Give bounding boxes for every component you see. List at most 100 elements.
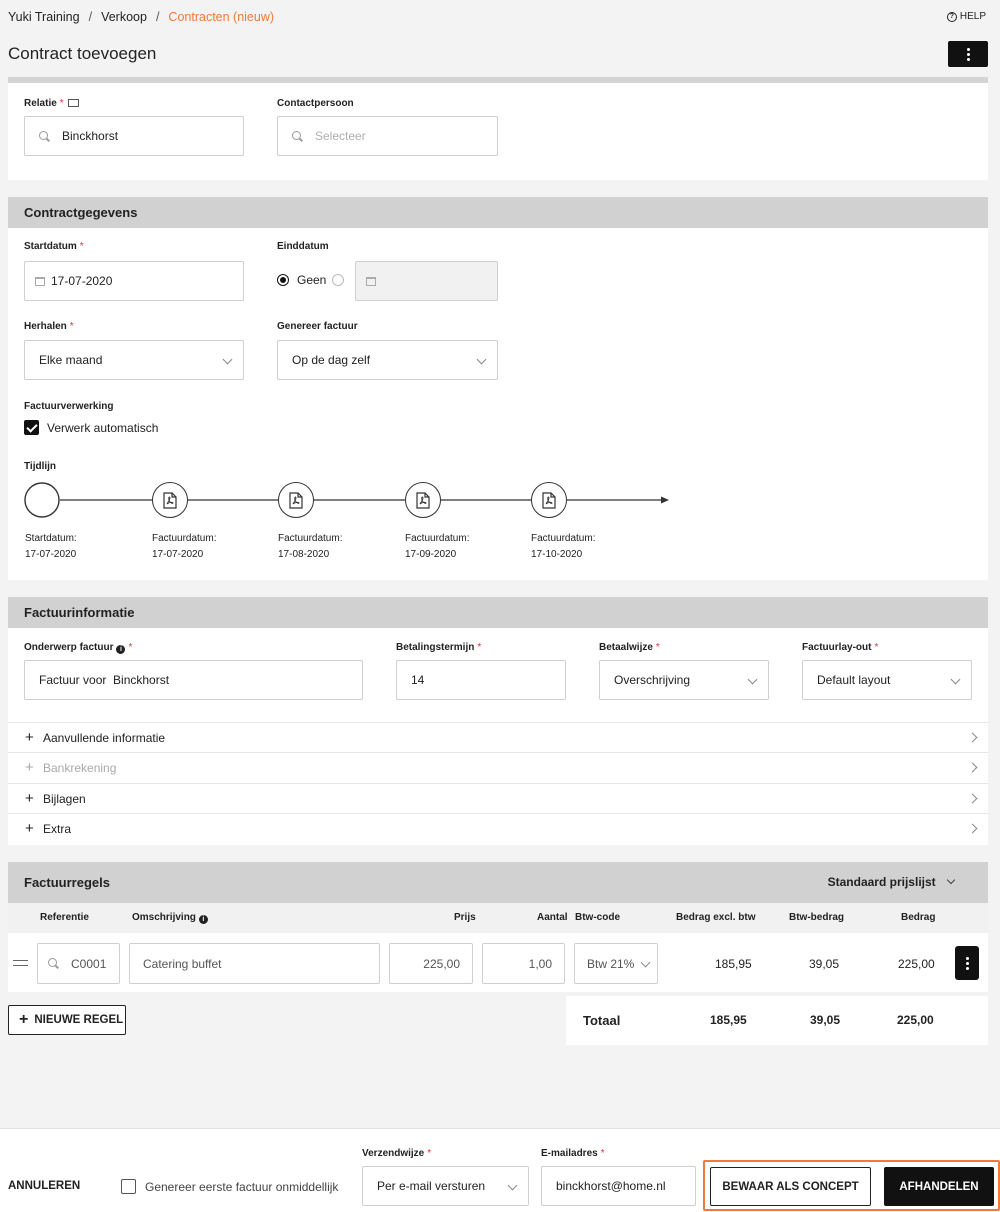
genereer-label: Genereer factuur — [277, 321, 358, 332]
genereer-select[interactable]: Op de dag zelf — [277, 340, 498, 380]
betaalwijze-select[interactable]: Overschrijving — [599, 660, 769, 700]
plus-icon: + — [19, 1011, 29, 1028]
contact-card-icon — [67, 99, 79, 107]
omschrijving-value: Catering buffet — [143, 956, 222, 971]
highlight-frame — [703, 1160, 1000, 1211]
plus-icon: + — [25, 820, 34, 837]
email-input[interactable]: binckhorst@home.nl — [541, 1166, 696, 1206]
timeline-date: 17-10-2020 — [531, 549, 583, 560]
timeline-label: Factuurdatum: — [152, 533, 217, 544]
drag-handle-icon[interactable] — [13, 960, 28, 966]
breadcrumb: Yuki Training / Verkoop / Contracten (nieuw) — [8, 10, 275, 24]
help-label: HELP — [959, 11, 986, 22]
col-omschrijving: Omschrijving i — [132, 912, 208, 924]
breadcrumb-home[interactable]: Yuki Training — [8, 10, 80, 24]
betalingstermijn-value: 14 — [411, 673, 425, 687]
herhalen-value: Elke maand — [39, 353, 103, 367]
chevron-down-icon — [222, 354, 233, 365]
row-more-options-button[interactable] — [955, 946, 979, 980]
chevron-down-icon — [476, 354, 487, 365]
search-icon — [39, 130, 50, 142]
startdatum-input[interactable]: 17-07-2020 — [24, 261, 244, 301]
verzendwijze-label: Verzendwijze * — [362, 1148, 432, 1159]
einddatum-geen-radio[interactable] — [277, 274, 289, 286]
herhalen-label: Herhalen * — [24, 321, 74, 332]
col-prijs: Prijs — [454, 912, 476, 923]
genereer-direct-checkbox[interactable] — [121, 1179, 136, 1194]
startdatum-value: 17-07-2020 — [51, 274, 113, 288]
referentie-value: C0001 — [71, 956, 107, 971]
aantal-input[interactable]: 1,00 — [482, 943, 565, 984]
einddatum-date-radio[interactable] — [332, 274, 344, 286]
onderwerp-value: Factuur voor Binckhorst — [39, 673, 170, 687]
pdf-document-icon — [531, 482, 567, 518]
kebab-icon — [965, 956, 969, 970]
prijs-value: 225,00 — [423, 956, 460, 971]
omschrijving-input[interactable]: Catering buffet — [129, 943, 380, 984]
relatie-card: Relatie * Binckhorst Contactpersoon Selec… — [8, 83, 988, 180]
search-icon — [292, 130, 303, 142]
timeline-date: 17-07-2020 — [25, 549, 77, 560]
totaal-bedrag: 225,00 — [897, 1013, 934, 1027]
info-icon: i — [116, 645, 126, 654]
section-title-factuurregels: Factuurregels Standaard prijslijst — [8, 862, 988, 903]
info-icon: i — [198, 915, 208, 924]
annuleren-button[interactable]: ANNULEREN — [8, 1180, 80, 1192]
calendar-icon — [35, 276, 45, 286]
chevron-down-icon — [950, 674, 961, 685]
col-btw-code: Btw-code — [575, 912, 620, 923]
verzendwijze-select[interactable]: Per e-mail versturen — [362, 1166, 529, 1206]
kebab-icon — [966, 47, 970, 61]
chevron-right-icon — [967, 732, 978, 743]
totaal-btw: 39,05 — [810, 1013, 841, 1027]
email-label: E-mailadres * — [541, 1148, 605, 1159]
prijs-input[interactable]: 225,00 — [389, 943, 473, 984]
startdatum-label: Startdatum * — [24, 241, 84, 252]
section-aanvullende-informatie[interactable]: + Aanvullende informatie — [8, 722, 988, 752]
herhalen-select[interactable]: Elke maand — [24, 340, 244, 380]
contactpersoon-input[interactable]: Selecteer — [277, 116, 498, 156]
onderwerp-label: Onderwerp factuur i * — [24, 642, 133, 654]
relatie-label: Relatie * — [24, 98, 79, 109]
verwerking-label: Factuurverwerking — [24, 401, 114, 412]
tijdlijn-label: Tijdlijn — [24, 461, 57, 472]
breadcrumb-current: Contracten (nieuw) — [168, 10, 275, 24]
prijslijst-select[interactable]: Standaard prijslijst — [828, 862, 956, 903]
timeline-graphic — [24, 482, 669, 518]
aantal-value: 1,00 — [528, 956, 552, 971]
factuurlayout-value: Default layout — [817, 673, 891, 687]
einddatum-geen-label: Geen — [297, 273, 327, 287]
section-bijlagen[interactable]: + Bijlagen — [8, 783, 988, 813]
email-value: binckhorst@home.nl — [556, 1179, 666, 1193]
einddatum-label: Einddatum — [277, 241, 329, 252]
breadcrumb-verkoop[interactable]: Verkoop — [101, 10, 147, 24]
col-bedrag: Bedrag — [901, 912, 936, 923]
pdf-document-icon — [278, 482, 314, 518]
timeline-date: 17-07-2020 — [152, 549, 204, 560]
verwerk-automatisch-checkbox[interactable] — [24, 420, 39, 435]
more-options-button[interactable] — [948, 41, 988, 67]
totaal-box: Totaal 185,95 39,05 225,00 — [566, 996, 988, 1045]
nieuwe-regel-button[interactable]: + NIEUWE REGEL — [8, 1005, 126, 1035]
timeline-date: 17-08-2020 — [278, 549, 330, 560]
row-btw-bedrag: 39,05 — [809, 957, 840, 971]
referentie-input[interactable]: C0001 — [37, 943, 120, 984]
chevron-right-icon — [967, 823, 978, 834]
btw-code-value: Btw 21% — [587, 956, 635, 971]
factuurlayout-select[interactable]: Default layout — [802, 660, 972, 700]
col-bedrag-excl: Bedrag excl. btw — [676, 912, 756, 923]
onderwerp-input[interactable]: Factuur voor Binckhorst — [24, 660, 363, 700]
pdf-document-icon — [405, 482, 441, 518]
chevron-right-icon — [967, 793, 978, 804]
col-aantal: Aantal — [537, 912, 568, 923]
section-extra[interactable]: + Extra — [8, 813, 988, 843]
section-bankrekening[interactable]: + Bankrekening — [8, 752, 988, 782]
betalingstermijn-input[interactable]: 14 — [396, 660, 566, 700]
einddatum-input[interactable] — [355, 261, 498, 301]
relatie-input[interactable]: Binckhorst — [24, 116, 244, 156]
row-bedrag-excl: 185,95 — [715, 957, 752, 971]
contractgegevens-card: Contractgegevens Startdatum * 17-07-2020 … — [8, 197, 988, 580]
btw-code-select[interactable]: Btw 21% — [574, 943, 658, 984]
help-link[interactable]: ? HELP — [946, 11, 986, 22]
chevron-right-icon — [967, 762, 978, 773]
